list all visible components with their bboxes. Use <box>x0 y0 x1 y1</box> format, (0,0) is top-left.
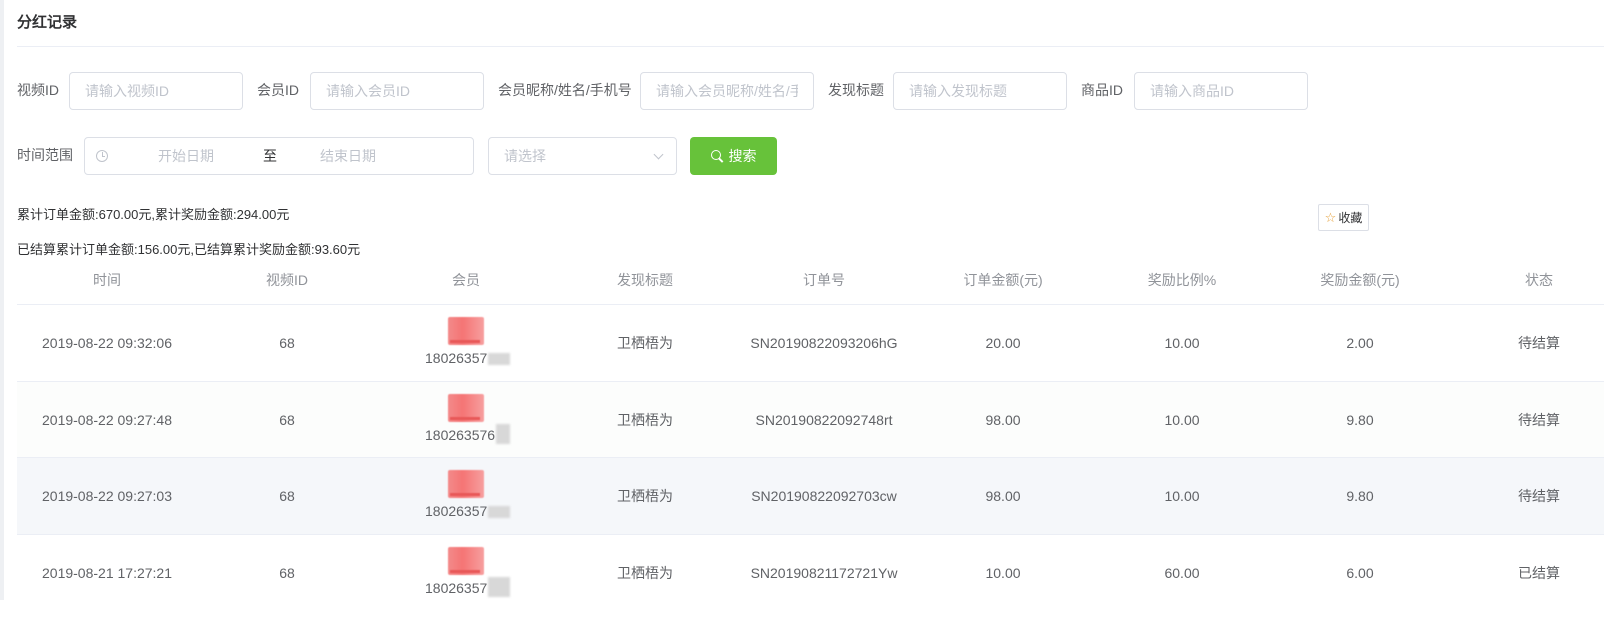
table-row: 2019-08-22 09:32:06 68 18026357 卫栖梧为 SN2… <box>17 305 1604 382</box>
date-range-picker[interactable]: 开始日期 至 结束日期 <box>84 137 474 175</box>
cell-member: 18026357 <box>411 458 521 534</box>
column-header-order-no: 订单号 <box>803 272 845 288</box>
table-row: 2019-08-21 17:27:21 68 18026357 卫栖梧为 SN2… <box>17 535 1604 612</box>
column-header-video-id: 视频ID <box>266 272 308 288</box>
page-title: 分红记录 <box>17 14 78 31</box>
member-name-input[interactable] <box>640 72 814 110</box>
cell-video-id: 68 <box>279 411 295 428</box>
search-button-label: 搜索 <box>728 148 757 164</box>
cell-status: 已结算 <box>1518 564 1560 581</box>
dividend-table: 时间 视频ID 会员 发现标题 订单号 订单金额(元) 奖励比例% 奖励金额(元… <box>17 262 1604 611</box>
date-range-separator: 至 <box>263 148 277 164</box>
member-id-input[interactable] <box>310 72 484 110</box>
cell-reward-ratio: 10.00 <box>1164 411 1200 428</box>
cell-order-amount: 20.00 <box>985 335 1021 351</box>
phone-mask <box>488 506 511 519</box>
column-header-order-amount: 订单金额(元) <box>963 272 1043 288</box>
cell-order-no: SN20190822092703cw <box>751 488 897 504</box>
cell-order-amount: 98.00 <box>985 488 1021 504</box>
video-id-input[interactable] <box>69 72 243 110</box>
page-header: 分红记录 <box>17 0 1604 47</box>
cell-time: 2019-08-22 09:27:03 <box>42 488 172 504</box>
discover-title-input[interactable] <box>893 72 1067 110</box>
cell-order-no: SN20190822093206hG <box>750 335 898 351</box>
cell-time: 2019-08-22 09:27:48 <box>42 411 172 428</box>
discover-title-label: 发现标题 <box>828 82 884 98</box>
end-date-input[interactable]: 结束日期 <box>287 138 409 174</box>
summary-total: 累计订单金额:670.00元,累计奖励金额:294.00元 <box>17 207 290 222</box>
clock-icon <box>96 150 108 162</box>
cell-reward-amount: 9.80 <box>1346 488 1374 504</box>
member-name-label: 会员昵称/姓名/手机号 <box>498 82 632 98</box>
favorite-button[interactable]: ☆ 收藏 <box>1318 204 1369 231</box>
avatar <box>448 470 484 498</box>
chevron-down-icon <box>653 149 664 160</box>
member-phone: 18026357 <box>425 576 511 597</box>
cell-video-id: 68 <box>279 564 295 581</box>
column-header-member: 会员 <box>452 272 480 288</box>
cell-order-amount: 10.00 <box>985 564 1021 581</box>
column-header-reward-ratio: 奖励比例% <box>1147 272 1217 288</box>
cell-order-no: SN20190821172721Yw <box>750 564 898 581</box>
member-phone: 18026357 <box>425 503 511 519</box>
table-header: 时间 视频ID 会员 发现标题 订单号 订单金额(元) 奖励比例% 奖励金额(元… <box>17 262 1604 305</box>
cell-time: 2019-08-21 17:27:21 <box>42 564 172 581</box>
cell-discover-title: 卫栖梧为 <box>617 564 673 581</box>
cell-video-id: 68 <box>279 335 295 351</box>
cell-reward-amount: 9.80 <box>1346 411 1374 428</box>
cell-status: 待结算 <box>1518 335 1560 351</box>
avatar <box>448 317 484 345</box>
cell-video-id: 68 <box>279 488 295 504</box>
column-header-time: 时间 <box>93 272 121 288</box>
star-icon: ☆ <box>1324 209 1337 225</box>
video-id-label: 视频ID <box>17 82 59 98</box>
status-select-placeholder: 请选择 <box>504 148 546 164</box>
member-id-label: 会员ID <box>257 82 299 98</box>
time-range-label: 时间范围 <box>17 147 73 163</box>
cell-member: 18026357 <box>411 535 521 611</box>
cell-discover-title: 卫栖梧为 <box>617 488 673 504</box>
status-select[interactable]: 请选择 <box>488 137 677 175</box>
cell-member: 18026357 <box>411 305 521 381</box>
left-border <box>0 0 4 600</box>
cell-status: 待结算 <box>1518 488 1560 504</box>
avatar <box>448 393 484 422</box>
cell-member: 180263576 <box>411 382 521 458</box>
column-header-reward-amount: 奖励金额(元) <box>1320 272 1400 288</box>
cell-discover-title: 卫栖梧为 <box>617 335 673 351</box>
cell-reward-amount: 6.00 <box>1346 564 1374 581</box>
start-date-input[interactable]: 开始日期 <box>125 138 247 174</box>
avatar <box>448 546 484 575</box>
column-header-discover-title: 发现标题 <box>617 272 673 288</box>
product-id-input[interactable] <box>1134 72 1308 110</box>
cell-reward-ratio: 60.00 <box>1164 564 1200 581</box>
cell-order-amount: 98.00 <box>985 411 1021 428</box>
search-button[interactable]: 搜索 <box>690 137 777 175</box>
table-row: 2019-08-22 09:27:03 68 18026357 卫栖梧为 SN2… <box>17 458 1604 535</box>
column-header-status: 状态 <box>1525 272 1553 288</box>
cell-discover-title: 卫栖梧为 <box>617 411 673 428</box>
phone-mask <box>488 353 511 366</box>
cell-reward-amount: 2.00 <box>1346 335 1374 351</box>
summary-settled: 已结算累计订单金额:156.00元,已结算累计奖励金额:93.60元 <box>17 242 361 257</box>
member-phone: 18026357 <box>425 350 511 366</box>
table-row: 2019-08-22 09:27:48 68 180263576 卫栖梧为 SN… <box>17 381 1604 458</box>
phone-mask <box>496 423 511 444</box>
phone-mask <box>488 576 511 597</box>
cell-time: 2019-08-22 09:32:06 <box>42 335 172 351</box>
cell-status: 待结算 <box>1518 411 1560 428</box>
product-id-label: 商品ID <box>1081 82 1123 98</box>
member-phone: 180263576 <box>425 423 511 444</box>
cell-order-no: SN20190822092748rt <box>755 411 893 428</box>
cell-reward-ratio: 10.00 <box>1164 488 1200 504</box>
cell-reward-ratio: 10.00 <box>1164 335 1200 351</box>
favorite-label: 收藏 <box>1338 211 1363 225</box>
search-icon <box>710 149 724 163</box>
